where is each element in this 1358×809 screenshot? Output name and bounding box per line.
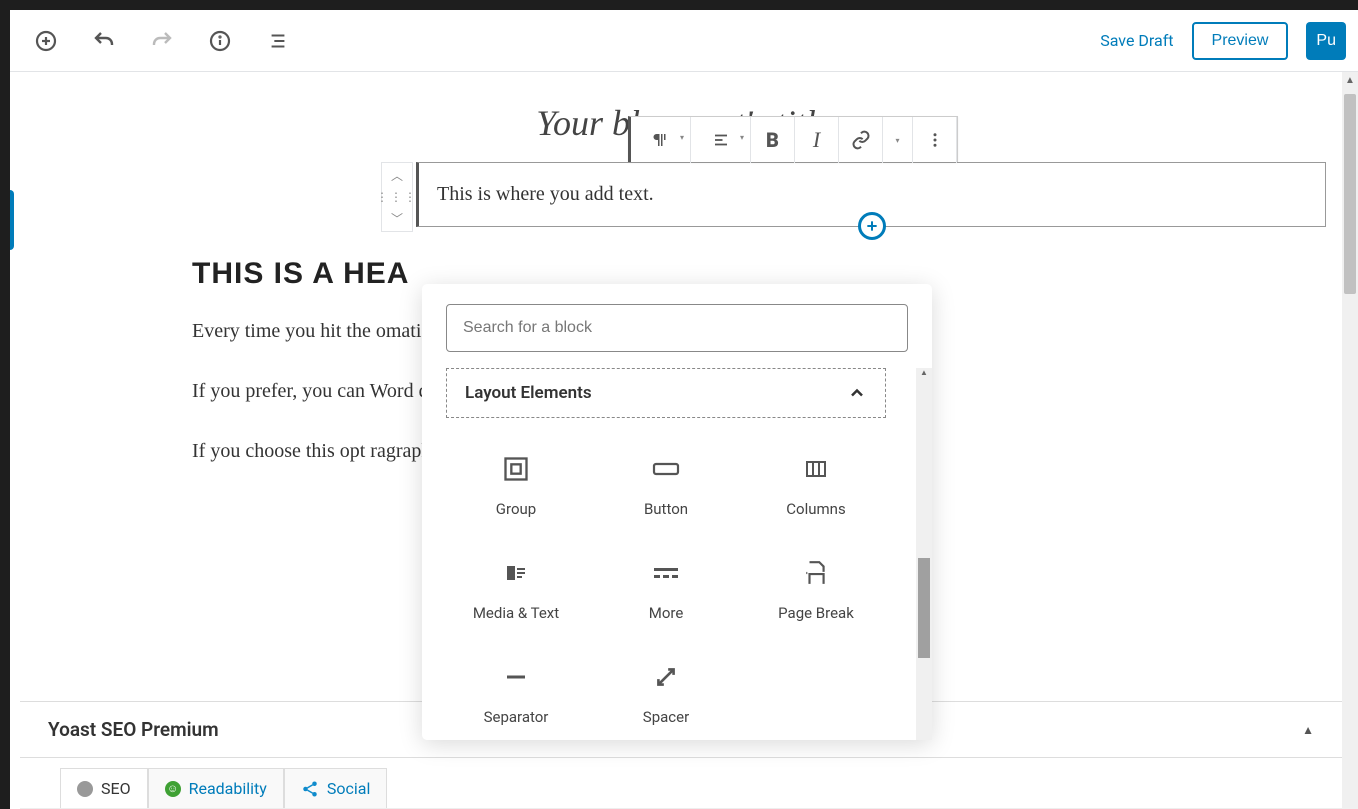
separator-icon: [503, 660, 529, 694]
block-label: Columns: [786, 500, 845, 518]
block-label: Separator: [484, 708, 549, 726]
readability-status-icon: ☺: [165, 781, 181, 797]
block-label: Group: [496, 500, 536, 518]
block-label: More: [649, 604, 684, 622]
paragraph-block[interactable]: This is where you add text.: [416, 162, 1326, 227]
outline-button[interactable]: [260, 23, 296, 59]
media-text-icon: [502, 556, 530, 590]
save-draft-button[interactable]: Save Draft: [1100, 31, 1173, 50]
add-block-inline-button[interactable]: [858, 212, 886, 240]
block-type-switcher[interactable]: ▾: [631, 117, 691, 163]
chevron-up-icon: [847, 383, 867, 403]
block-label: Media & Text: [473, 604, 559, 622]
vertical-scrollbar[interactable]: ▲: [1342, 72, 1358, 809]
link-button[interactable]: [839, 117, 883, 163]
paragraph-text: This is where you add text.: [437, 183, 654, 205]
undo-button[interactable]: [86, 23, 122, 59]
tab-readability[interactable]: ☺ Readability: [148, 768, 284, 808]
inserter-body: ▲ Layout Elements Group Button: [422, 368, 932, 740]
inserter-scroll-up[interactable]: ▲: [918, 368, 930, 380]
tab-social[interactable]: Social: [284, 768, 387, 808]
block-page-break[interactable]: Page Break: [746, 542, 886, 636]
block-wrapper: ▾ ▾ B I ▾: [204, 162, 1164, 227]
tab-seo[interactable]: SEO: [60, 768, 148, 808]
drag-handle[interactable]: ⋮⋮⋮: [376, 190, 418, 204]
category-layout-elements[interactable]: Layout Elements: [446, 368, 886, 418]
inserter-scroll-thumb[interactable]: [918, 558, 930, 658]
top-toolbar: Save Draft Preview Pu: [10, 10, 1358, 72]
toolbar-left-group: [22, 23, 296, 59]
italic-button[interactable]: I: [795, 117, 839, 163]
selected-paragraph-block: ▾ ▾ B I ▾: [416, 162, 1134, 227]
bold-button[interactable]: B: [751, 117, 795, 163]
share-icon: [301, 780, 319, 798]
columns-icon: [802, 452, 830, 486]
tab-label: Readability: [189, 779, 267, 798]
button-icon: [652, 452, 680, 486]
align-button[interactable]: ▾: [691, 117, 751, 163]
block-label: Page Break: [778, 604, 854, 622]
inserter-search-wrap: [446, 304, 908, 352]
inserter-scrollbar[interactable]: ▲: [916, 368, 932, 740]
scroll-up-arrow[interactable]: ▲: [1342, 72, 1358, 88]
preview-button[interactable]: Preview: [1192, 22, 1289, 60]
block-columns[interactable]: Columns: [746, 438, 886, 532]
block-media-text[interactable]: Media & Text: [446, 542, 586, 636]
scroll-thumb[interactable]: [1344, 94, 1356, 294]
editor-canvas: ▲ Your blog post's title ▾: [10, 72, 1358, 809]
tab-label: Social: [327, 779, 370, 798]
block-mover: ︿ ⋮⋮⋮ ﹀: [381, 162, 413, 232]
block-separator[interactable]: Separator: [446, 646, 586, 740]
page-break-icon: [803, 556, 829, 590]
block-search-input[interactable]: [446, 304, 908, 352]
seo-status-icon: [77, 781, 93, 797]
add-block-button[interactable]: [28, 23, 64, 59]
block-toolbar: ▾ ▾ B I ▾: [628, 116, 958, 162]
block-group[interactable]: Group: [446, 438, 586, 532]
info-button[interactable]: [202, 23, 238, 59]
chevron-up-icon: ▲: [1302, 723, 1314, 737]
move-up-button[interactable]: ︿: [391, 167, 403, 184]
group-icon: [502, 452, 530, 486]
category-label: Layout Elements: [465, 383, 592, 403]
move-down-button[interactable]: ﹀: [391, 210, 403, 227]
tab-label: SEO: [101, 779, 131, 798]
redo-button[interactable]: [144, 23, 180, 59]
editor-frame: Save Draft Preview Pu ▲ Your blog post's…: [10, 10, 1358, 809]
sidebar-collapse-tab[interactable]: [10, 190, 14, 250]
block-grid: Group Button Columns Media & Text: [446, 438, 886, 740]
publish-button[interactable]: Pu: [1306, 22, 1346, 60]
yoast-tabs: SEO ☺ Readability Social: [20, 758, 1342, 809]
block-inserter-popover: ▲ Layout Elements Group Button: [422, 284, 932, 740]
block-button[interactable]: Button: [596, 438, 736, 532]
block-label: Button: [644, 500, 688, 518]
block-options-button[interactable]: [913, 117, 957, 163]
yoast-panel-title: Yoast SEO Premium: [48, 718, 219, 741]
more-icon: [652, 556, 680, 590]
more-formatting-dropdown[interactable]: ▾: [883, 117, 913, 163]
block-more[interactable]: More: [596, 542, 736, 636]
block-label: Spacer: [643, 708, 689, 726]
block-spacer[interactable]: Spacer: [596, 646, 736, 740]
spacer-icon: [653, 660, 679, 694]
toolbar-right-group: Save Draft Preview Pu: [1100, 22, 1346, 60]
